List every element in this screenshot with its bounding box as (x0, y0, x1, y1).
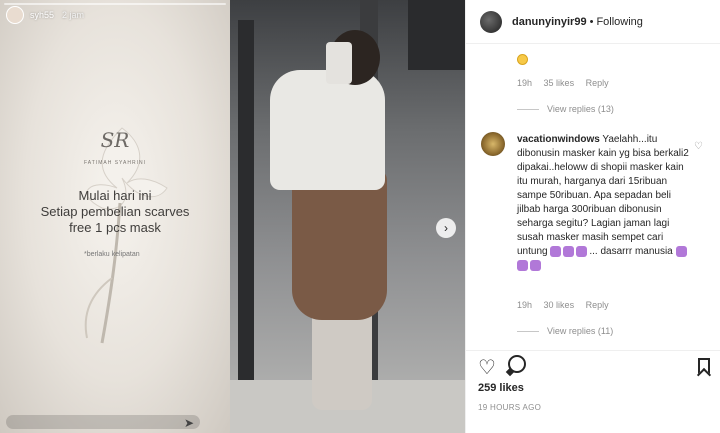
comment-text: vacationwindows Yaelahh...itu dibonusin … (517, 133, 693, 273)
author-username[interactable]: danunyinyir99 (512, 16, 587, 28)
woman-emoji-icon (675, 245, 687, 257)
author-avatar[interactable] (480, 10, 502, 33)
comment-icon[interactable] (508, 355, 526, 373)
promo-line-2: Setiap pembelian scarves (40, 204, 190, 219)
view-replies-button[interactable]: View replies (11) (517, 326, 613, 336)
comment-age: 19h (517, 300, 533, 310)
story-progress-bar (4, 3, 226, 5)
bookmark-icon[interactable] (698, 358, 710, 374)
mirror-frame (238, 20, 254, 420)
brand-name: FATIMAH SYAHRINI (84, 160, 146, 166)
gym-machine (408, 0, 465, 70)
comment-likes[interactable]: 35 likes (544, 78, 575, 88)
promo-note: *berlaku kelipatan (84, 251, 140, 258)
separator-dot: • (589, 15, 594, 28)
comment-like-heart-icon[interactable]: ♡ (694, 141, 703, 152)
commenter-avatar[interactable] (481, 132, 505, 156)
story-username: syh55 (30, 10, 55, 20)
promo-line-1: Mulai hari ini (78, 188, 152, 203)
likes-count[interactable]: 259 likes (478, 382, 524, 394)
commenter-username[interactable]: vacationwindows (517, 134, 600, 145)
divider-line (517, 330, 539, 332)
story-screenshot: syh55 2 jam SR FATIMAH SYAHRINI Mulai ha… (0, 0, 230, 433)
post-panel: danunyinyir99 • Following 19h 35 likes R… (465, 0, 720, 433)
send-icon[interactable]: ➤ (184, 416, 194, 430)
divider-line (517, 108, 539, 110)
comment-meta: 19h 30 likes Reply (517, 300, 618, 310)
reply-button[interactable]: Reply (586, 78, 609, 88)
reply-button[interactable]: Reply (586, 300, 609, 310)
following-button[interactable]: Following (596, 16, 642, 28)
woman-emoji-icon (550, 245, 562, 257)
comment-likes[interactable]: 30 likes (544, 300, 575, 310)
heart-icon[interactable]: ♡ (478, 355, 496, 380)
phone (326, 42, 352, 84)
person-skirt (292, 170, 387, 320)
view-replies-button[interactable]: View replies (13) (517, 104, 614, 114)
post-actions: ♡ 259 likes 19 HOURS AGO (466, 350, 720, 430)
promo-line-3: free 1 pcs mask (69, 220, 161, 235)
emoji-icon (517, 54, 528, 65)
post-photo: › (230, 0, 465, 433)
view-replies-label: View replies (13) (547, 104, 614, 114)
comments-list: 19h 35 likes Reply View replies (13) vac… (466, 45, 720, 350)
story-header: syh55 2 jam (6, 6, 84, 24)
post-header: danunyinyir99 • Following (466, 0, 720, 44)
woman-emoji-icon (563, 245, 575, 257)
comment-body: Yaelahh...itu dibonusin masker kain yg b… (517, 134, 689, 257)
comment-age: 19h (517, 78, 533, 88)
woman-emoji-icon (576, 245, 588, 257)
story-reply-bar[interactable] (6, 415, 200, 429)
chevron-right-icon[interactable]: › (436, 218, 456, 238)
person-top (270, 70, 385, 190)
woman-emoji-icon (517, 259, 528, 271)
woman-emoji-icon (530, 259, 541, 271)
post-timestamp: 19 HOURS AGO (478, 403, 542, 412)
comment-ending: ... dasarrr manusia (589, 246, 673, 257)
comment-meta: 19h 35 likes Reply (517, 78, 618, 88)
story-time: 2 jam (62, 10, 85, 20)
story-avatar (6, 6, 24, 24)
promo-text: Mulai hari ini Setiap pembelian scarves … (0, 188, 230, 236)
view-replies-label: View replies (11) (547, 326, 614, 336)
brand-logo: SR (100, 128, 130, 152)
